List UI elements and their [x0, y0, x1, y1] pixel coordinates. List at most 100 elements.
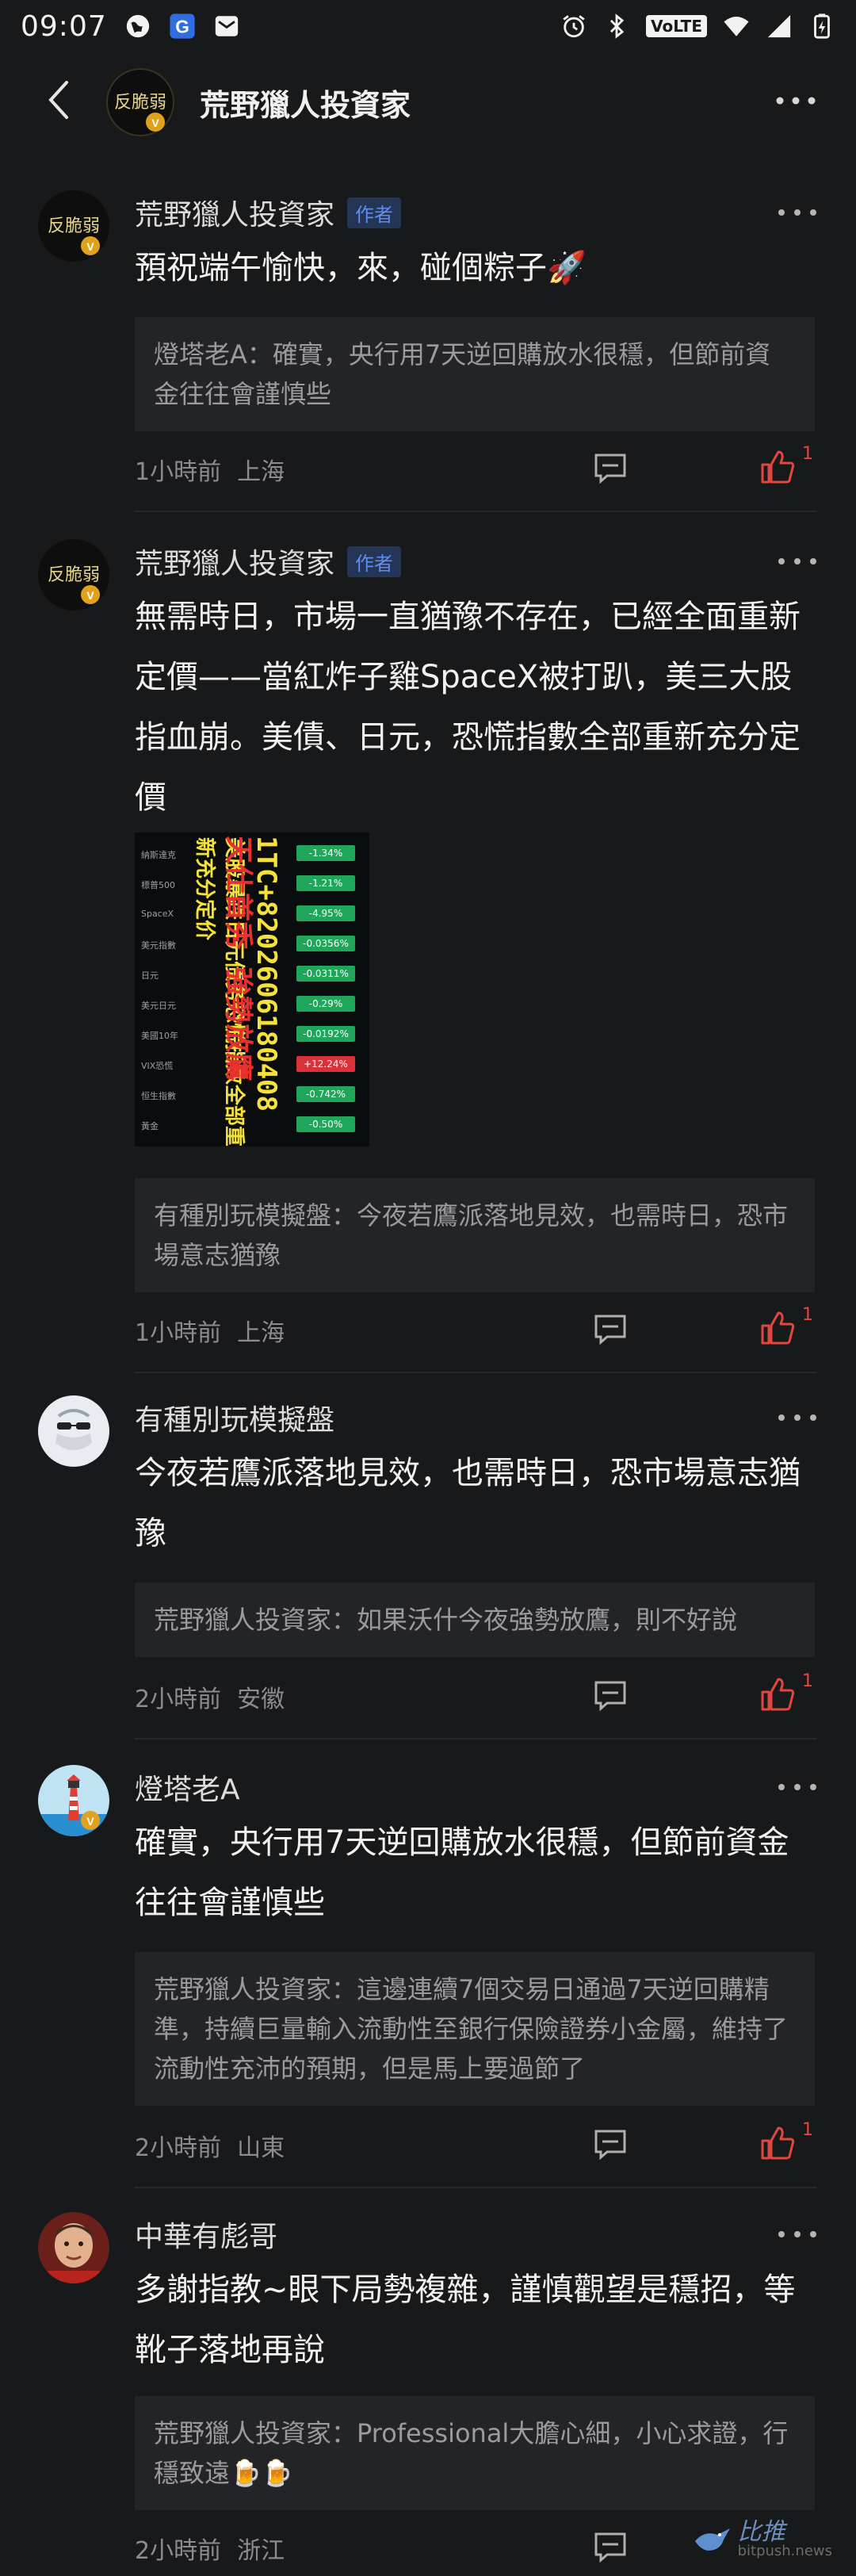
- divider: [135, 2187, 816, 2188]
- author-avatar[interactable]: [38, 1395, 109, 1467]
- svg-text:反脆弱: 反脆弱: [48, 216, 100, 236]
- image-market-label: VIX恐慌: [141, 1061, 174, 1071]
- image-market-value: -0.29%: [296, 996, 355, 1012]
- comment-time: 2小時前: [135, 1686, 222, 1713]
- comment-location: 浙江: [237, 2537, 285, 2565]
- image-market-label: 美元指數: [141, 940, 176, 951]
- author-row: 荒野獵人投資家 作者: [135, 190, 402, 235]
- comment-more-icon[interactable]: [775, 553, 820, 569]
- author-row: 荒野獵人投資家 作者: [135, 539, 402, 584]
- like-count: 1: [802, 1305, 813, 1325]
- author-avatar[interactable]: V: [38, 1765, 109, 1836]
- reply-icon[interactable]: [593, 1313, 628, 1345]
- reply-preview[interactable]: 荒野獵人投資家：這邊連續7個交易日通過7天逆回購精準，持續巨量輸入流動性至銀行保…: [135, 1952, 815, 2106]
- watermark-sub: bitpush.news: [737, 2543, 832, 2559]
- nav-avatar-text: 反脆弱: [114, 93, 166, 113]
- author-name[interactable]: 燈塔老A: [135, 1766, 240, 1808]
- volte-badge: VoLTE: [646, 15, 707, 37]
- image-market-label: 納斯達克: [141, 850, 176, 860]
- battery-icon: [814, 13, 830, 39]
- image-overlay-green: 1TC+8202606180408: [250, 836, 282, 1112]
- comment-more-icon[interactable]: [775, 205, 820, 220]
- more-options-icon[interactable]: [772, 89, 820, 113]
- author-avatar[interactable]: 反脆弱 V: [38, 190, 109, 262]
- globe-icon: [126, 14, 149, 38]
- image-market-value: -1.34%: [296, 845, 355, 861]
- comment-meta: 2小時前 安徽: [135, 1679, 285, 1714]
- mail-icon: [215, 16, 238, 36]
- svg-text:V: V: [86, 240, 94, 253]
- comment-location: 安徽: [237, 1686, 285, 1713]
- author-row: 燈塔老A: [135, 1765, 240, 1809]
- svg-text:V: V: [86, 589, 94, 602]
- image-market-value: -0.0311%: [296, 966, 355, 982]
- nav-title: 荒野獵人投資家: [200, 88, 411, 123]
- comment-location: 上海: [237, 1319, 285, 1347]
- status-bar: 09:07 G VoLTE: [0, 0, 856, 52]
- like-icon[interactable]: [759, 449, 796, 485]
- image-market-label: SpaceX: [141, 909, 174, 919]
- image-market-row: 黃金 -0.50%: [141, 1113, 363, 1137]
- comment-meta: 2小時前 山東: [135, 2128, 285, 2163]
- comment-more-icon[interactable]: [775, 1410, 820, 1426]
- reply-preview[interactable]: 荒野獵人投資家：Professional大膽心細，小心求證，行穩致遠🍺🍺: [135, 2396, 815, 2510]
- reply-preview[interactable]: 荒野獵人投資家：如果沃什今夜強勢放鷹，則不好說: [135, 1583, 815, 1657]
- author-avatar[interactable]: 反脆弱 V: [38, 539, 109, 611]
- reply-icon[interactable]: [593, 452, 628, 484]
- image-market-value: +12.24%: [296, 1056, 355, 1072]
- image-market-label: 美國10年: [141, 1031, 178, 1041]
- like-icon[interactable]: [759, 2125, 796, 2161]
- image-market-value: -0.742%: [296, 1086, 355, 1102]
- reply-preview[interactable]: 燈塔老A：確實，央行用7天逆回購放水很穩，但節前資金往往會謹慎些: [135, 317, 815, 431]
- image-market-value: -0.0356%: [296, 936, 355, 951]
- author-avatar[interactable]: [38, 2212, 109, 2283]
- reply-preview[interactable]: 有種別玩模擬盤：今夜若鷹派落地見效，也需時日，恐市場意志猶豫: [135, 1178, 815, 1292]
- comment-content: 預祝端午愉快，來，碰個粽子🚀: [135, 250, 587, 286]
- author-name[interactable]: 荒野獵人投資家: [135, 541, 334, 582]
- wifi-icon: [724, 16, 749, 36]
- image-market-label: 美元日元: [141, 1001, 176, 1011]
- image-market-value: -0.0192%: [296, 1026, 355, 1042]
- comment-more-icon[interactable]: [775, 2226, 820, 2242]
- bird-logo-icon: [694, 2528, 730, 2551]
- comment-time: 1小時前: [135, 1319, 222, 1347]
- like-count: 1: [802, 1671, 813, 1691]
- comment-meta: 1小時前 上海: [135, 452, 285, 487]
- svg-text:G: G: [175, 17, 189, 37]
- bluetooth-icon: [610, 13, 625, 39]
- author-name[interactable]: 荒野獵人投資家: [135, 192, 334, 233]
- comment-time: 2小時前: [135, 2537, 222, 2565]
- image-market-value: -0.50%: [296, 1116, 355, 1132]
- svg-text:V: V: [86, 1815, 94, 1828]
- like-icon[interactable]: [759, 1310, 796, 1346]
- divider: [135, 511, 816, 512]
- comment-location: 山東: [237, 2134, 285, 2162]
- reply-icon[interactable]: [593, 2128, 628, 2160]
- status-time: 09:07: [21, 10, 107, 43]
- comment-content: 多謝指教~眼下局勢複雜，謹慎觀望是穩招，等靴子落地再說: [135, 2272, 796, 2368]
- reply-icon[interactable]: [593, 1679, 628, 1711]
- comment-time: 1小時前: [135, 458, 222, 486]
- author-name[interactable]: 有種別玩模擬盤: [135, 1397, 334, 1438]
- author-row: 有種別玩模擬盤: [135, 1395, 334, 1440]
- like-count: 1: [802, 444, 813, 464]
- image-market-value: -1.21%: [296, 875, 355, 891]
- reply-icon[interactable]: [593, 2531, 628, 2563]
- top-nav: 反脆弱 V 荒野獵人投資家: [0, 57, 856, 144]
- comment-meta: 2小時前 浙江: [135, 2531, 285, 2566]
- image-market-label: 標普500: [141, 880, 175, 890]
- post-image[interactable]: 納斯達克 -1.34% 標普500 -1.21% SpaceX -4.95% 美元指數 -0.…: [135, 833, 369, 1146]
- comment-content: 確實，央行用7天逆回購放水很穩，但節前資金往往會謹慎些: [135, 1824, 789, 1921]
- comment-more-icon[interactable]: [775, 1779, 820, 1795]
- author-name[interactable]: 中華有彪哥: [135, 2214, 277, 2255]
- watermark-text: 比推: [737, 2518, 785, 2546]
- svg-text:V: V: [151, 117, 159, 129]
- nav-avatar[interactable]: 反脆弱 V: [106, 68, 174, 136]
- like-icon[interactable]: [759, 1676, 796, 1713]
- svg-text:反脆弱: 反脆弱: [48, 565, 100, 585]
- alarm-icon: [563, 15, 585, 38]
- divider: [135, 1372, 816, 1373]
- signal-icon: [767, 14, 791, 38]
- image-market-value: -4.95%: [296, 905, 355, 921]
- back-arrow-icon[interactable]: [40, 76, 79, 124]
